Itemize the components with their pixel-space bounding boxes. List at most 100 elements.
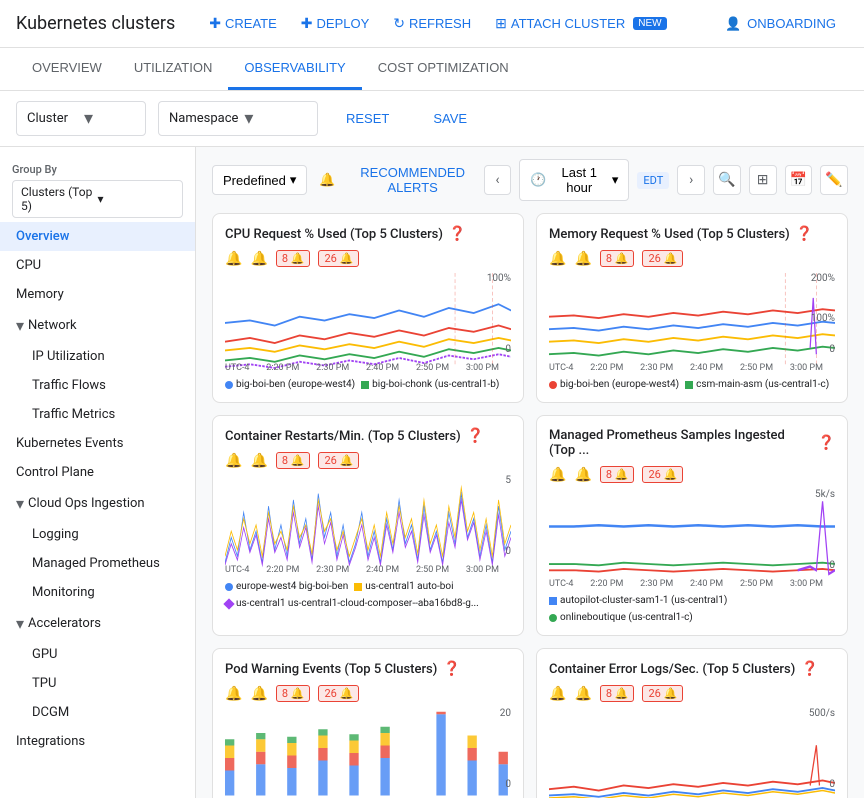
error-logs-alert-26[interactable]: 26 🔔 (642, 685, 683, 702)
tab-observability[interactable]: OBSERVABILITY (228, 48, 361, 90)
new-badge: NEW (633, 17, 666, 30)
sidebar-item-logging[interactable]: Logging (0, 520, 195, 549)
sidebar-expand-network[interactable]: ▾ Network (0, 309, 195, 342)
sidebar-item-gpu[interactable]: GPU (0, 640, 195, 669)
memory-alert-8[interactable]: 8 🔔 (600, 250, 635, 267)
sidebar-item-ip-utilization[interactable]: IP Utilization (0, 342, 195, 371)
restarts-alert-26[interactable]: 26 🔔 (318, 452, 359, 469)
tab-utilization[interactable]: UTILIZATION (118, 48, 228, 90)
restarts-bell-icon-2: 🔔 (250, 453, 267, 469)
sidebar-expand-cloud-ops[interactable]: ▾ Cloud Ops Ingestion (0, 487, 195, 520)
sidebar-expand-accelerators[interactable]: ▾ Accelerators (0, 607, 195, 640)
bell-recommended-icon: 🔔 (319, 172, 335, 188)
pod-warning-alert-26[interactable]: 26 🔔 (318, 685, 359, 702)
error-logs-bell-1[interactable]: 🔔 (549, 686, 566, 702)
prometheus-svg (549, 489, 835, 589)
group-by-select[interactable]: Clusters (Top 5) ▾ (12, 180, 183, 218)
pod-warning-bell-1[interactable]: 🔔 (225, 686, 242, 702)
sidebar-item-integrations[interactable]: Integrations (0, 727, 195, 756)
memory-bell-2[interactable]: 🔔 (574, 251, 591, 267)
alert-count-8[interactable]: 8 🔔 (276, 250, 311, 267)
pod-warning-alert-8[interactable]: 8 🔔 (276, 685, 311, 702)
save-button[interactable]: SAVE (417, 105, 483, 132)
prometheus-chart-alerts: 🔔 🔔 8 🔔 26 🔔 (549, 466, 835, 483)
memory-axis: UTC-4 2:20 PM 2:30 PM 2:40 PM 2:50 PM 3:… (549, 363, 823, 373)
memory-alert-26[interactable]: 26 🔔 (642, 250, 683, 267)
legend-color-1 (225, 381, 233, 389)
memory-legend-color-1 (549, 381, 557, 389)
sidebar-item-memory[interactable]: Memory (0, 280, 195, 309)
chevron-down-icon-2: ▾ (16, 494, 24, 513)
container-restarts-title: Container Restarts/Min. (Top 5 Clusters)… (225, 428, 511, 444)
memory-bell-1[interactable]: 🔔 (549, 251, 566, 267)
namespace-filter[interactable]: Namespace ▾ (158, 101, 318, 136)
prometheus-bell-2[interactable]: 🔔 (574, 467, 591, 483)
sidebar-item-traffic-metrics[interactable]: Traffic Metrics (0, 400, 195, 429)
cpu-legend-1: big-boi-ben (europe-west4) (225, 379, 355, 390)
help-icon-cpu[interactable]: ❓ (449, 226, 466, 242)
help-icon-restarts[interactable]: ❓ (467, 428, 484, 444)
grid-button[interactable]: ⊞ (749, 165, 777, 195)
pod-warning-y0: 0 (505, 779, 511, 790)
restarts-bell-2[interactable]: 🔔 (250, 453, 267, 469)
header: Kubernetes clusters ✚ CREATE ✚ DEPLOY ↻ … (0, 0, 864, 48)
sidebar-item-overview[interactable]: Overview (0, 222, 195, 251)
zoom-button[interactable]: 🔍 (713, 165, 741, 195)
cluster-filter-chevron: ▾ (84, 108, 135, 129)
onboarding-button[interactable]: 👤 ONBOARDING (713, 10, 848, 38)
container-error-logs-chart-card: Container Error Logs/Sec. (Top 5 Cluster… (536, 648, 848, 798)
reset-button[interactable]: RESET (330, 105, 405, 132)
tab-overview[interactable]: OVERVIEW (16, 48, 118, 90)
cpu-legend: big-boi-ben (europe-west4) big-boi-chonk… (225, 379, 511, 390)
tabs: OVERVIEW UTILIZATION OBSERVABILITY COST … (0, 48, 864, 91)
error-logs-bell-2[interactable]: 🔔 (574, 686, 591, 702)
deploy-button[interactable]: ✚ DEPLOY (291, 9, 379, 38)
sidebar-item-control-plane[interactable]: Control Plane (0, 458, 195, 487)
help-icon-prometheus[interactable]: ❓ (818, 435, 835, 451)
restarts-alert-8[interactable]: 8 🔔 (276, 452, 311, 469)
alert-count-26[interactable]: 26 🔔 (318, 250, 359, 267)
help-icon-error-logs[interactable]: ❓ (801, 661, 818, 677)
sidebar-item-managed-prometheus[interactable]: Managed Prometheus (0, 549, 195, 578)
calendar-button[interactable]: 📅 (785, 165, 813, 195)
bars-group (225, 712, 508, 796)
prev-button[interactable]: ‹ (484, 165, 512, 195)
edit-button[interactable]: ✏️ (820, 165, 848, 195)
cluster-filter[interactable]: Cluster ▾ (16, 101, 146, 136)
attach-cluster-button[interactable]: ⊞ ATTACH CLUSTER NEW (485, 9, 676, 38)
sidebar-item-traffic-flows[interactable]: Traffic Flows (0, 371, 195, 400)
pod-warning-bell-icon-2: 🔔 (250, 686, 267, 702)
container-error-logs-title: Container Error Logs/Sec. (Top 5 Cluster… (549, 661, 835, 677)
prometheus-legend-1: autopilot-cluster-sam1-1 (us-central1) (549, 595, 727, 606)
predefined-button[interactable]: Predefined ▾ (212, 165, 307, 195)
restarts-bell-1[interactable]: 🔔 (225, 453, 242, 469)
cpu-chart-area: 100% 0 UTC-4 2:20 PM (225, 273, 511, 373)
prometheus-alert-8[interactable]: 8 🔔 (600, 466, 635, 483)
alert-bell-1[interactable]: 🔔 (225, 251, 242, 267)
sidebar-item-monitoring[interactable]: Monitoring (0, 578, 195, 607)
chevron-down-icon: ▾ (16, 316, 24, 335)
time-chevron: ▾ (612, 172, 619, 188)
prometheus-bell-1[interactable]: 🔔 (549, 467, 566, 483)
prometheus-alert-26[interactable]: 26 🔔 (642, 466, 683, 483)
recommended-alerts-button[interactable]: 🔔 RECOMMENDED ALERTS (319, 165, 483, 195)
sidebar-item-kubernetes-events[interactable]: Kubernetes Events (0, 429, 195, 458)
sidebar-item-dcgm[interactable]: DCGM (0, 698, 195, 727)
attach-icon: ⊞ (495, 15, 507, 32)
sidebar-item-cpu[interactable]: CPU (0, 251, 195, 280)
pod-warning-svg (225, 708, 511, 798)
help-icon-memory[interactable]: ❓ (796, 226, 813, 242)
create-icon: ✚ (209, 15, 221, 32)
help-icon-pod-warning[interactable]: ❓ (443, 661, 460, 677)
alert-bell-2[interactable]: 🔔 (250, 251, 267, 267)
create-button[interactable]: ✚ CREATE (199, 9, 287, 38)
error-logs-alert-8[interactable]: 8 🔔 (600, 685, 635, 702)
next-button[interactable]: › (677, 165, 705, 195)
sidebar-item-tpu[interactable]: TPU (0, 669, 195, 698)
time-range-button[interactable]: 🕐 Last 1 hour ▾ (519, 159, 629, 201)
restarts-legend-color-3 (223, 598, 234, 609)
tab-cost-optimization[interactable]: COST OPTIMIZATION (362, 48, 525, 90)
pod-warning-bell-2[interactable]: 🔔 (250, 686, 267, 702)
refresh-button[interactable]: ↻ REFRESH (383, 9, 481, 38)
filters-bar: Cluster ▾ Namespace ▾ RESET SAVE (0, 91, 864, 147)
